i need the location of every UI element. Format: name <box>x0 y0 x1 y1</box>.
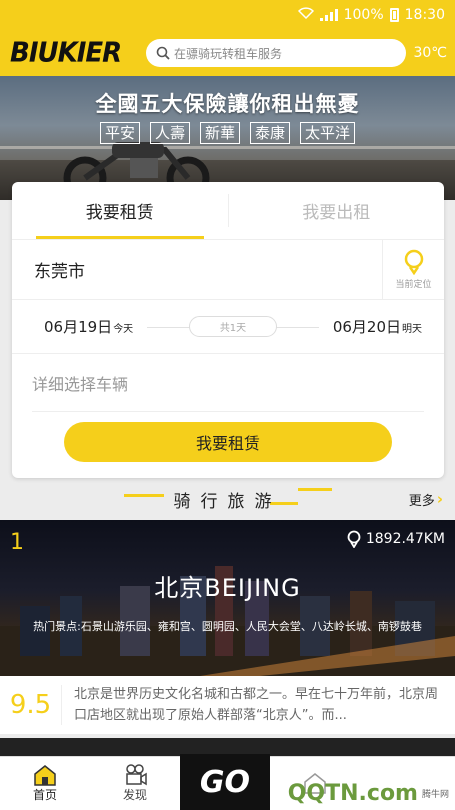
watermark-sub: 腾牛网 <box>421 790 449 800</box>
wifi-icon <box>297 7 314 23</box>
insurer-tag: 新華 <box>199 122 240 144</box>
insurer-tag: 泰康 <box>250 122 291 144</box>
locate-label: 当前定位 <box>395 280 432 290</box>
nav-discover[interactable]: 发现 <box>90 756 180 810</box>
clock: 18:30 <box>404 7 445 23</box>
nav-home-label: 首页 <box>32 787 57 802</box>
nav-home[interactable]: 首页 <box>0 756 90 810</box>
bottom-nav: 首页 发现 GO QQTN.com 腾牛网 <box>0 754 455 810</box>
status-bar: 100% 18:30 <box>0 0 455 30</box>
insurer-tag: 平安 <box>99 122 140 144</box>
insurer-tag: 人壽 <box>149 122 190 144</box>
title-decoration <box>124 494 164 497</box>
more-link[interactable]: 更多 › <box>409 490 443 509</box>
booking-card: 我要租赁 我要出租 东莞市 当前定位 06月19日 今天 共1天 06月20日 明天… <box>12 182 444 478</box>
city-row: 东莞市 当前定位 <box>12 240 444 300</box>
camera-icon <box>126 763 147 785</box>
search-placeholder: 在骠骑玩转租车服务 <box>174 46 283 61</box>
location-pin-icon <box>347 530 361 548</box>
duration-indicator: 共1天 <box>147 316 319 338</box>
search-icon <box>156 46 170 60</box>
destination-description: 北京是世界历史文化名城和古都之一。早在七十万年前，北京周口店地区就出现了原始人群… <box>74 687 439 723</box>
destination-rank: 1 <box>10 530 24 555</box>
distance-value: 1892.47KM <box>365 531 445 547</box>
home-icon <box>34 764 56 786</box>
destination-info[interactable]: 9.5 北京是世界历史文化名城和古都之一。早在七十万年前，北京周口店地区就出现了… <box>0 676 455 734</box>
booking-tabs: 我要租赁 我要出租 <box>12 182 444 240</box>
top-bar: BIUKIER 在骠骑玩转租车服务 30℃ <box>0 30 455 76</box>
end-date[interactable]: 06月20日 明天 <box>333 316 422 337</box>
city-selector[interactable]: 东莞市 <box>12 257 382 282</box>
search-bar[interactable]: 在骠骑玩转租车服务 <box>146 39 406 67</box>
more-label: 更多 <box>408 493 435 509</box>
start-date-tag: 今天 <box>113 324 134 335</box>
center-go-button[interactable]: GO <box>180 754 270 810</box>
end-date-tag: 明天 <box>402 324 422 335</box>
tab-rent[interactable]: 我要租赁 <box>12 182 228 239</box>
chevron-right-icon: › <box>436 490 443 508</box>
banner-title: 全國五大保險讓你租出無憂 <box>95 92 360 116</box>
section-title: 骑行旅游 <box>173 491 282 512</box>
app-logo[interactable]: BIUKIER <box>10 37 138 69</box>
destination-card[interactable]: 1 1892.47KM 北京BEIJING 热门景点:石景山游乐园、雍和宫、圆明… <box>0 520 455 676</box>
location-pin-icon <box>404 249 423 275</box>
nav-discover-label: 发现 <box>122 787 147 802</box>
insurer-tag: 太平洋 <box>300 122 356 144</box>
end-date-value: 06月20日 <box>332 318 401 336</box>
battery-icon <box>389 8 399 22</box>
tab-lease-out[interactable]: 我要出租 <box>229 182 445 239</box>
destination-score: 9.5 <box>0 685 62 725</box>
title-decoration <box>298 488 332 491</box>
destination-distance: 1892.47KM <box>346 530 445 548</box>
locate-button[interactable]: 当前定位 <box>382 240 444 299</box>
signal-icon <box>319 9 338 21</box>
date-range: 06月19日 今天 共1天 06月20日 明天 <box>12 300 444 354</box>
temperature: 30℃ <box>413 45 447 61</box>
duration-label: 共1天 <box>188 316 278 337</box>
start-date[interactable]: 06月19日 今天 <box>44 316 133 337</box>
watermark: QQTN.com 腾牛网 <box>288 781 449 806</box>
insurer-list: 平安 人壽 新華 泰康 太平洋 <box>0 122 455 144</box>
battery-level: 100% <box>343 7 384 23</box>
rent-submit-button[interactable]: 我要租赁 <box>64 422 392 462</box>
vehicle-selector[interactable]: 详细选择车辆 <box>32 354 424 412</box>
watermark-text: QQTN.com <box>287 781 418 806</box>
section-header: 骑行旅游 更多 › <box>0 478 455 520</box>
destination-name: 北京BEIJING <box>154 574 301 602</box>
start-date-value: 06月19日 <box>44 318 113 336</box>
destination-spots: 热门景点:石景山游乐园、雍和宫、圆明园、人民大会堂、八达岭长城、南锣鼓巷 <box>33 620 422 633</box>
